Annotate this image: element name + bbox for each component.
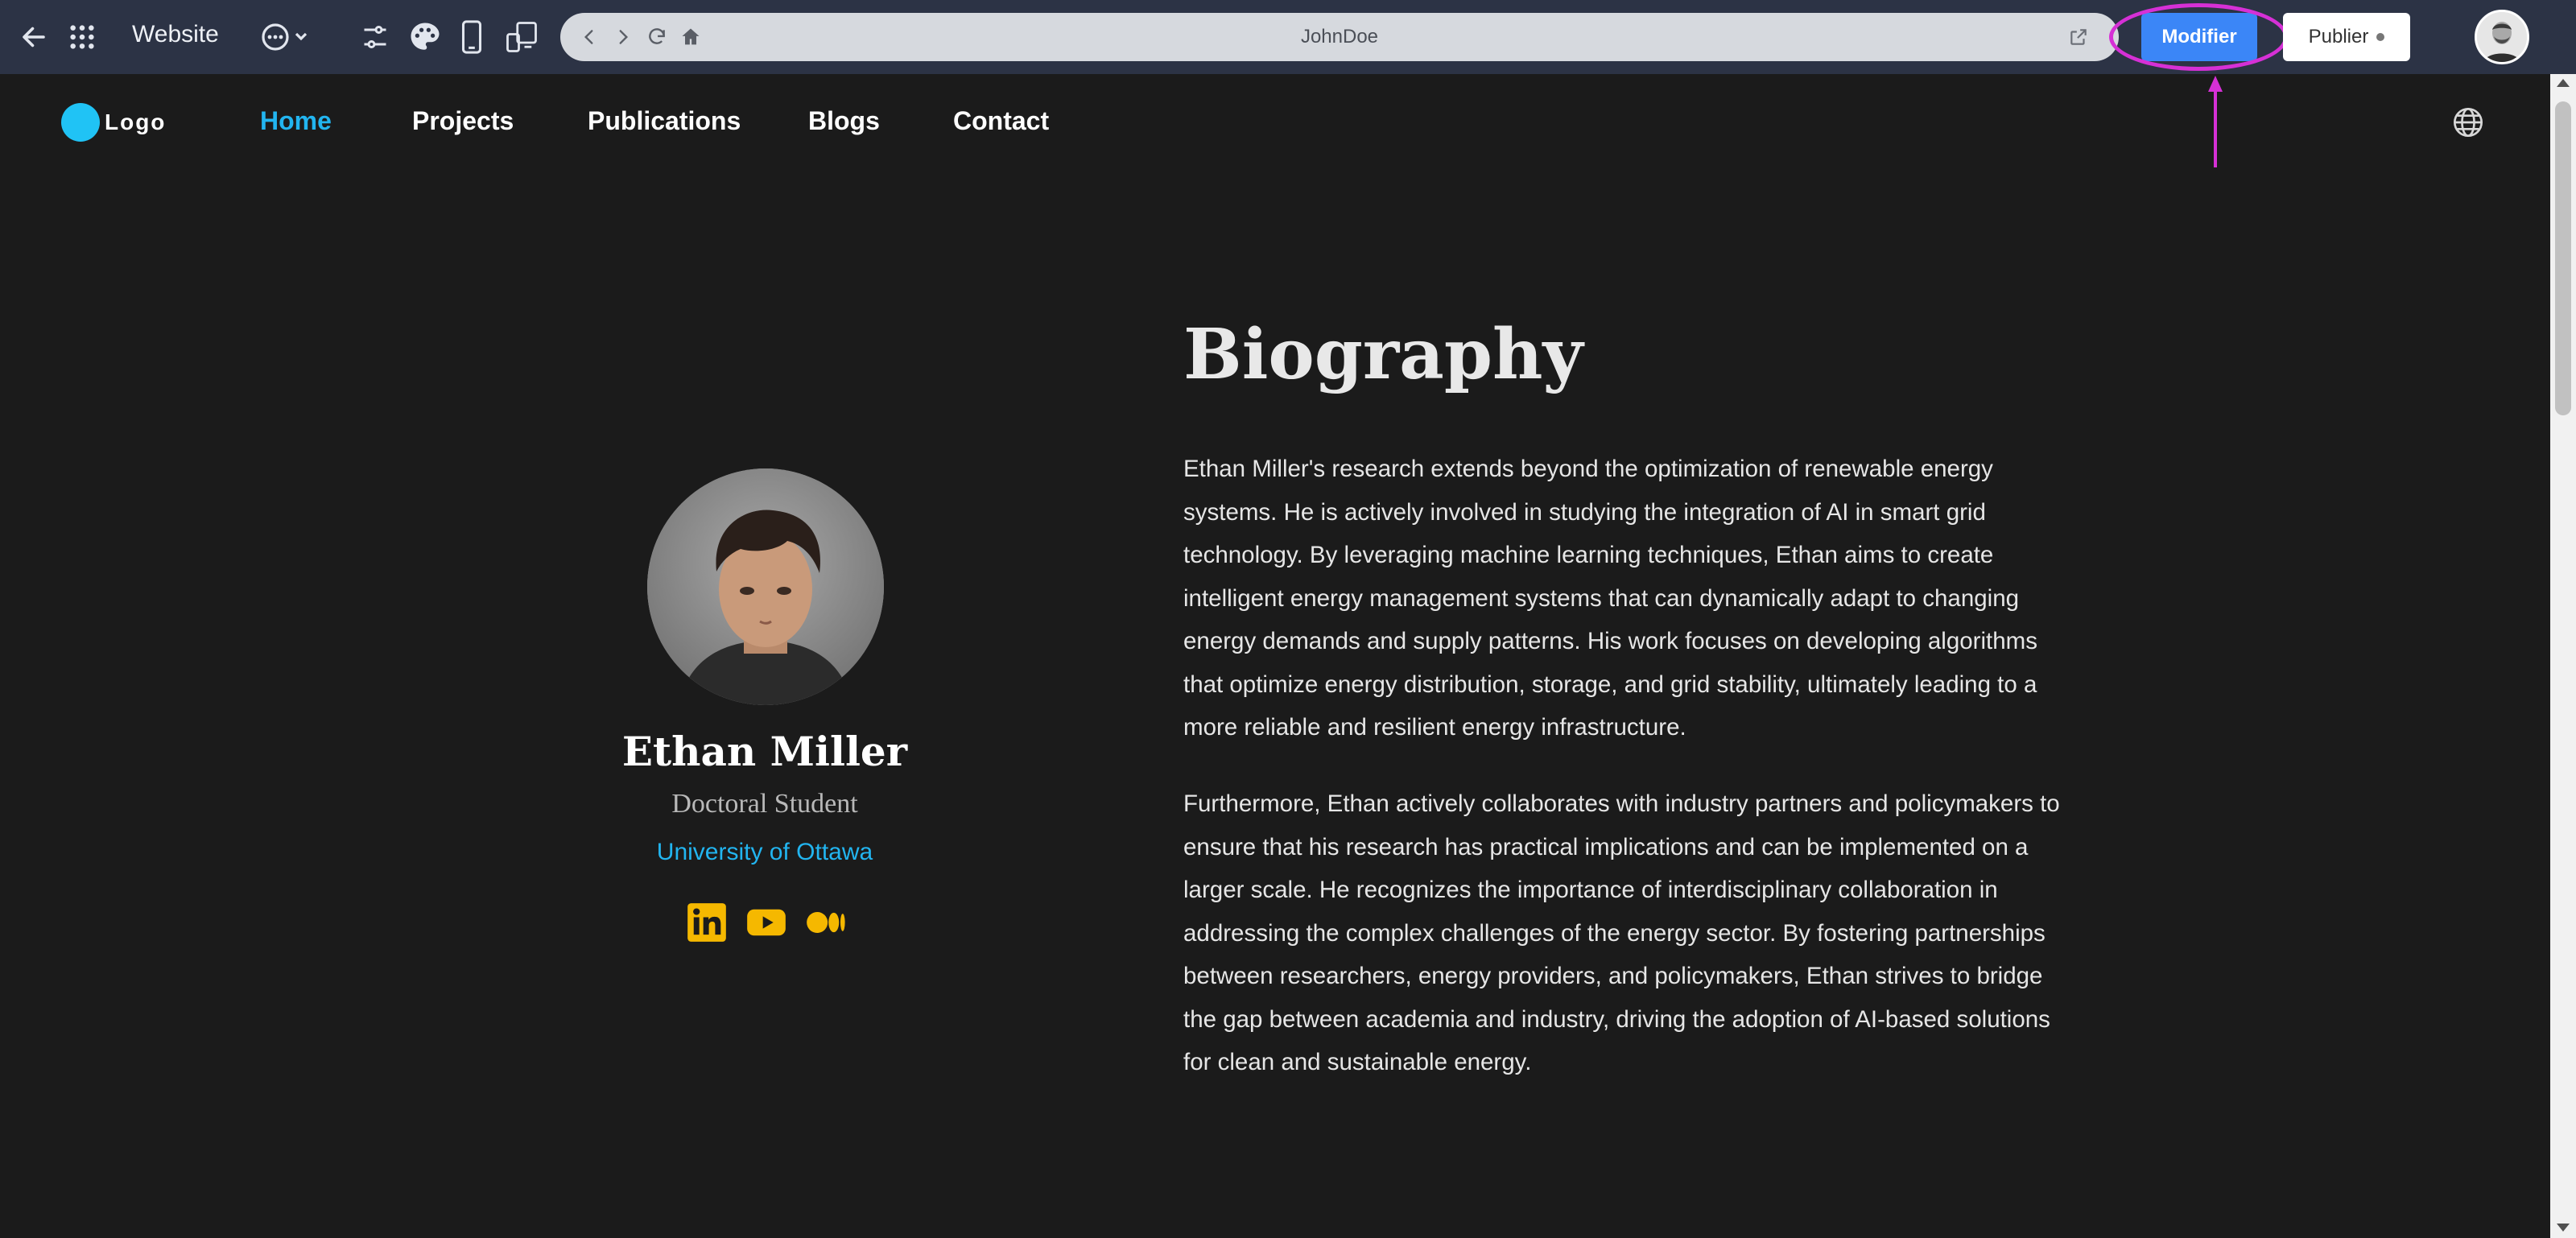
logo-text[interactable]: Logo: [105, 109, 166, 135]
scrollbar-thumb[interactable]: [2555, 101, 2571, 415]
status-dot: [2376, 33, 2385, 41]
devices-icon[interactable]: [504, 19, 539, 55]
url-bar[interactable]: JohnDoe: [560, 13, 2119, 61]
linkedin-icon[interactable]: [686, 902, 728, 943]
medium-icon[interactable]: [805, 902, 847, 943]
profile-name: Ethan Miller: [621, 728, 908, 775]
grid-icon[interactable]: [68, 23, 97, 52]
profile-photo: [647, 468, 884, 705]
site-navbar: Logo Home Projects Publications Blogs Co…: [0, 74, 2550, 171]
biography-paragraph-2: Furthermore, Ethan actively collaborates…: [1183, 790, 2060, 1075]
profile-university-link[interactable]: University of Ottawa: [483, 839, 1046, 866]
biography-paragraph-1: Ethan Miller's research extends beyond t…: [1183, 456, 2037, 741]
scroll-up-arrow-icon[interactable]: [2557, 79, 2570, 87]
arrow-left-icon[interactable]: [18, 21, 50, 53]
ellipsis-circle-icon: [262, 23, 308, 51]
annotation-highlight-ellipse: [2109, 3, 2288, 71]
site-title: Website: [132, 21, 219, 47]
palette-icon[interactable]: [407, 19, 443, 55]
editor-toolbar: Website JohnDoe Modifier Publier: [0, 0, 2576, 74]
url-text: JohnDoe: [1300, 26, 1379, 47]
nav-projects[interactable]: Projects: [412, 106, 514, 136]
nav-home[interactable]: Home: [260, 106, 332, 136]
nav-contact[interactable]: Contact: [953, 106, 1049, 136]
publier-label: Publier: [2308, 26, 2369, 47]
nav-publications[interactable]: Publications: [588, 106, 741, 136]
biography-heading: Biography: [1183, 314, 1583, 395]
mobile-icon[interactable]: [457, 19, 486, 55]
external-link-icon[interactable]: [2066, 24, 2091, 50]
user-avatar[interactable]: [2475, 10, 2529, 64]
globe-icon[interactable]: [2452, 106, 2484, 138]
nav-blogs[interactable]: Blogs: [808, 106, 880, 136]
profile-role: Doctoral Student: [671, 789, 858, 819]
youtube-icon[interactable]: [745, 902, 787, 943]
more-menu-button[interactable]: [259, 21, 314, 53]
scroll-down-arrow-icon[interactable]: [2557, 1224, 2570, 1232]
publier-button[interactable]: Publier: [2283, 13, 2410, 61]
sliders-icon[interactable]: [359, 21, 391, 53]
logo-mark[interactable]: [61, 103, 100, 142]
